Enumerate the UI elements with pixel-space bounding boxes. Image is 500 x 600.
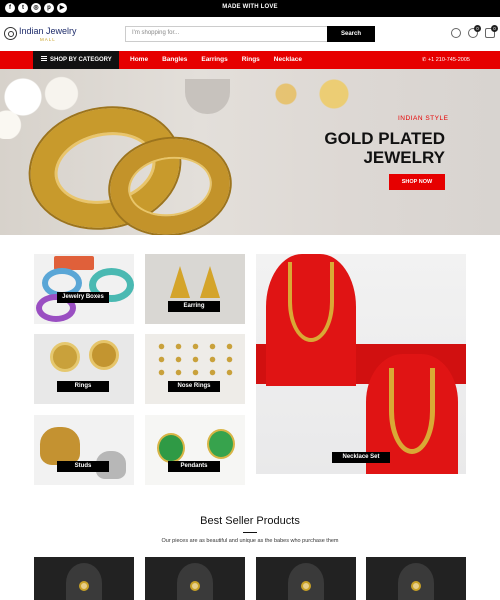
- wishlist-icon[interactable]: 0: [468, 25, 481, 38]
- category-tile-pendants[interactable]: Pendants: [145, 415, 245, 485]
- nose-rings-image: [153, 340, 239, 380]
- cart-icon[interactable]: 0: [485, 25, 498, 38]
- main-nav: SHOP BY CATEGORY Home Bangles Earrings R…: [0, 51, 500, 69]
- topbar-message: MADE WITH LOVE: [222, 4, 278, 10]
- pendant-icon: [79, 581, 89, 591]
- title-divider: [243, 532, 257, 533]
- search-bar: I'm shopping for... Search: [125, 26, 375, 42]
- category-label: Nose Rings: [168, 381, 220, 392]
- category-tile-studs[interactable]: Studs: [34, 415, 134, 485]
- elephant-image: [40, 427, 80, 465]
- category-label: Studs: [57, 461, 109, 472]
- pendant-image: [207, 429, 235, 459]
- nav-link-rings[interactable]: Rings: [242, 51, 260, 69]
- logo[interactable]: Indian Jewelry MALL: [4, 23, 84, 47]
- shop-by-category-button[interactable]: SHOP BY CATEGORY: [33, 51, 119, 69]
- logo-mark-icon: [4, 27, 17, 40]
- nav-links: Home Bangles Earrings Rings Necklace: [130, 51, 302, 69]
- ring-image: [89, 340, 119, 370]
- hero-title-line1: GOLD PLATED: [324, 129, 445, 148]
- necklace-image: [288, 262, 334, 342]
- nav-link-earrings[interactable]: Earrings: [201, 51, 227, 69]
- category-label: Necklace Set: [332, 452, 390, 463]
- product-card[interactable]: [145, 557, 245, 600]
- pendant-icon: [301, 581, 311, 591]
- logo-sub: MALL: [40, 37, 56, 42]
- account-icon[interactable]: [451, 28, 461, 38]
- cart-count-badge: 0: [491, 25, 498, 32]
- product-card[interactable]: [366, 557, 466, 600]
- earring-image: [170, 266, 190, 298]
- nav-link-necklace[interactable]: Necklace: [274, 51, 302, 69]
- hero-marigold-image: [250, 74, 370, 114]
- category-label: Jewelry Boxes: [57, 292, 109, 303]
- category-label: Earring: [168, 301, 220, 312]
- category-label: Pendants: [168, 461, 220, 472]
- product-card[interactable]: [256, 557, 356, 600]
- search-button[interactable]: Search: [327, 26, 375, 42]
- best-seller-title: Best Seller Products: [200, 515, 300, 527]
- nav-link-bangles[interactable]: Bangles: [162, 51, 187, 69]
- category-tile-earring[interactable]: Earring: [145, 254, 245, 324]
- product-card[interactable]: [34, 557, 134, 600]
- top-bar: f t ◎ p ▶ MADE WITH LOVE: [0, 0, 500, 17]
- pendant-icon: [411, 581, 421, 591]
- category-tile-rings[interactable]: Rings: [34, 334, 134, 404]
- search-input[interactable]: I'm shopping for...: [132, 30, 179, 36]
- hero-title-line2: JEWELRY: [363, 148, 445, 167]
- phone-text: +1 210-745-2005: [427, 57, 470, 63]
- ring-image: [50, 342, 80, 372]
- category-tile-necklace-set[interactable]: Necklace Set: [256, 254, 466, 474]
- necklace-image: [389, 368, 435, 454]
- nav-link-home[interactable]: Home: [130, 51, 148, 69]
- shop-now-button[interactable]: SHOP NOW: [389, 174, 445, 190]
- pendant-image: [157, 433, 185, 463]
- hero-banner: INDIAN STYLE GOLD PLATED JEWELRY SHOP NO…: [0, 69, 500, 235]
- menu-icon: [41, 55, 47, 61]
- earring-image: [200, 266, 220, 298]
- category-tile-nose-rings[interactable]: Nose Rings: [145, 334, 245, 404]
- hero-bowl-image: [185, 79, 230, 114]
- hero-title: GOLD PLATED JEWELRY: [300, 129, 445, 167]
- logo-name: Indian Jewelry: [19, 26, 77, 36]
- phone-icon: ✆: [421, 57, 427, 63]
- header: Indian Jewelry MALL I'm shopping for... …: [0, 17, 500, 51]
- category-tile-jewelry-boxes[interactable]: Jewelry Boxes: [34, 254, 134, 324]
- best-seller-subtitle: Our pieces are as beautiful and unique a…: [161, 538, 339, 544]
- category-label: SHOP BY CATEGORY: [50, 57, 112, 63]
- header-icons: 0 0: [451, 25, 498, 38]
- category-label: Rings: [57, 381, 109, 392]
- wishlist-count-badge: 0: [474, 25, 481, 32]
- phone-number[interactable]: ✆ +1 210-745-2005: [422, 51, 470, 69]
- pendant-icon: [190, 581, 200, 591]
- hero-eyebrow: INDIAN STYLE: [398, 115, 449, 122]
